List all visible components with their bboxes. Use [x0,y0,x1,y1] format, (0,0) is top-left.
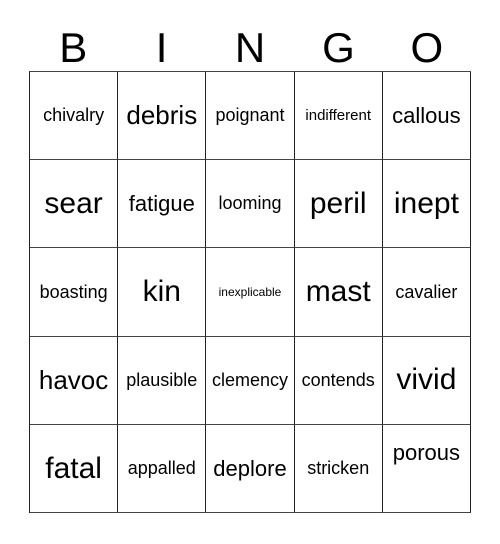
bingo-cell[interactable]: deplore [206,424,295,513]
bingo-header-letter-i: I [155,24,168,71]
bingo-cell[interactable]: chivalry [30,72,119,161]
bingo-cell[interactable]: havoc [30,336,119,425]
bingo-cell-label: mast [305,275,371,309]
bingo-grid: chivalry debris poignant indifferent callous… [29,71,471,513]
bingo-cell[interactable]: inept [382,160,471,249]
bingo-cell-label: appalled [127,457,196,478]
bingo-cell-label: kin [142,275,181,309]
bingo-cell[interactable]: clemency [206,336,295,425]
bingo-cell[interactable]: debris [118,72,207,161]
bingo-cell-label: debris [126,99,198,130]
bingo-cell-label: stricken [307,457,370,478]
bingo-cell[interactable]: kin [118,248,207,337]
bingo-cell[interactable]: poignant [206,72,295,161]
bingo-cell[interactable]: looming [206,160,295,249]
bingo-cell[interactable]: mast [294,248,383,337]
bingo-cell-label: cavalier [395,281,458,302]
bingo-cell[interactable]: fatal [30,424,119,513]
bingo-header-letter-n: N [234,24,266,71]
bingo-cell-label: peril [309,187,367,221]
bingo-cell-label: poignant [215,105,285,126]
bingo-cell[interactable]: porous [382,424,471,513]
bingo-cell-label: looming [218,193,282,214]
bingo-header-letter-o: O [410,24,444,71]
bingo-cell-label: inexplicable [218,284,282,299]
bingo-cell[interactable]: boasting [30,248,119,337]
bingo-cell[interactable]: callous [382,72,471,161]
bingo-cell[interactable]: sear [30,160,119,249]
bingo-cell-label: porous [392,439,461,465]
bingo-cell-label: deplore [213,455,287,481]
bingo-cell-label: havoc [38,364,109,395]
bingo-cell-label: fatal [45,451,102,485]
bingo-header-row: B I N G O [29,18,471,71]
bingo-cell-label: chivalry [43,105,105,126]
bingo-cell[interactable]: contends [294,336,383,425]
bingo-card: B I N G O chivalry debris poignant indiffer… [0,0,500,544]
bingo-cell-label: fatigue [128,191,195,217]
bingo-cell-label: sear [44,187,103,221]
bingo-cell[interactable]: plausible [118,336,207,425]
bingo-cell[interactable]: vivid [382,336,471,425]
bingo-cell-label: contends [301,369,375,390]
bingo-cell[interactable]: inexplicable [206,248,295,337]
bingo-cell-label: boasting [39,281,108,302]
bingo-cell[interactable]: cavalier [382,248,471,337]
bingo-cell-label: indifferent [305,106,371,124]
bingo-header-letter-g: G [322,24,355,71]
bingo-cell-label: callous [392,103,461,129]
bingo-cell-label: clemency [211,369,288,390]
bingo-header-letter-b: B [59,24,88,71]
bingo-cell-label: inept [393,187,459,221]
bingo-cell[interactable]: indifferent [294,72,383,161]
bingo-cell-label: plausible [126,369,198,390]
bingo-cell-label: vivid [396,363,457,397]
bingo-cell[interactable]: fatigue [118,160,207,249]
bingo-cell[interactable]: stricken [294,424,383,513]
bingo-cell[interactable]: peril [294,160,383,249]
bingo-cell[interactable]: appalled [118,424,207,513]
